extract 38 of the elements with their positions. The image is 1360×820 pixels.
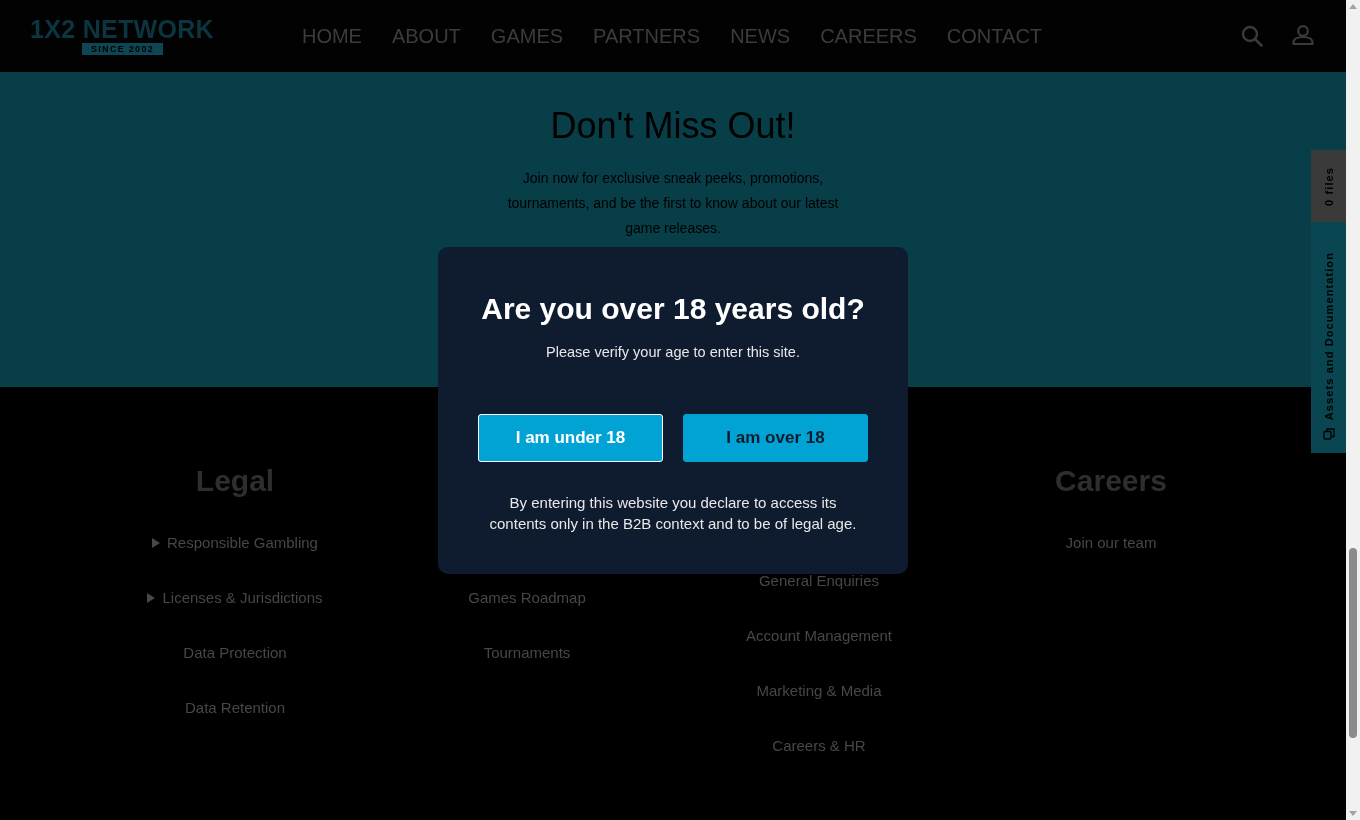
scroll-up-icon[interactable] [1349,4,1357,9]
logo-wordmark[interactable]: 1X2 NETWORK [30,17,214,41]
logo-tagline: SINCE 2002 [82,43,164,55]
footer-link[interactable]: Careers & HR [772,737,866,755]
side-tab[interactable]: 0 files [1311,150,1346,222]
banner-text: Join now for exclusive sneak peeks, promotions, tournaments, and be the first to know about our latest game releases. [506,169,840,238]
nav-link[interactable]: ABOUT [391,24,461,48]
footer-link[interactable]: Data Protection [183,644,287,662]
scroll-down-icon[interactable] [1349,811,1357,816]
dialog-subtitle: Please verify your age to enter this site. [546,342,800,362]
dialog-note: By entering this website you declare to access its contents only in the B2B context and to be of legal age. [488,492,858,534]
footer-link[interactable]: Marketing & Media [756,682,882,700]
footer-link[interactable]: Responsible Gambling [152,534,318,552]
pages-icon [1322,428,1335,440]
nav-link[interactable]: HOME [301,24,362,48]
triangle-icon [147,593,156,603]
scrollbar-thumb[interactable] [1349,548,1357,738]
nav-link[interactable]: NEWS [730,24,791,48]
side-tab[interactable]: Assets and Documentation [1311,222,1346,453]
footer-link[interactable]: Join our team [1065,534,1157,552]
nav-link[interactable]: CAREERS [820,24,917,48]
footer-link[interactable]: Data Retention [184,699,286,717]
triangle-icon [152,538,161,548]
nav-link[interactable]: PARTNERS [593,24,701,48]
footer-link[interactable]: Games Roadmap [468,589,586,607]
scrollbar[interactable] [1346,0,1360,820]
footer-link[interactable]: Tournaments [483,644,571,662]
footer-link[interactable]: General Enquiries [758,572,880,590]
age-choice-button[interactable]: I am over 18 [683,413,868,462]
age-choice-button[interactable]: I am under 18 [478,413,663,462]
footer-link[interactable]: Account Management [746,627,892,645]
user-icon[interactable] [1292,25,1314,47]
dialog-title: Are you over 18 years old? [481,290,865,327]
footer-link[interactable]: Licenses & Jurisdictions [147,589,323,607]
banner-title: Don't Miss Out! [550,105,796,146]
nav-link[interactable]: GAMES [490,24,564,48]
nav-link[interactable]: CONTACT [946,24,1043,48]
search-icon[interactable] [1241,25,1263,47]
